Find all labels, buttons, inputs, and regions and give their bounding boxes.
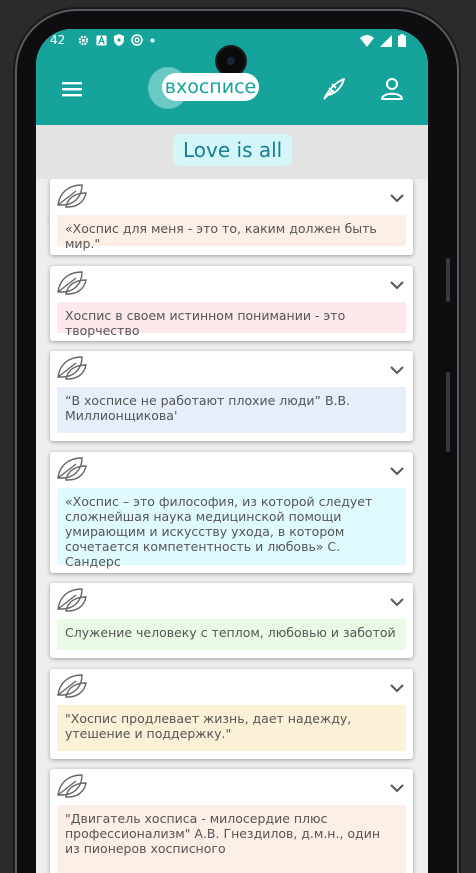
quote-text: «Хоспис для меня - это то, каким должен …	[57, 215, 406, 251]
leaf-icon	[57, 356, 87, 380]
profile-button[interactable]	[378, 75, 406, 103]
quote-card[interactable]: «Хоспис для меня - это то, каким должен …	[50, 179, 413, 255]
wifi-icon	[360, 34, 374, 47]
phone-side-button	[446, 258, 450, 302]
page-title: Love is all	[173, 134, 293, 166]
status-system-icons	[360, 34, 406, 47]
chevron-down-icon[interactable]	[389, 365, 405, 375]
quote-card[interactable]: “В хосписе не работают плохие люди” В.В.…	[50, 351, 413, 441]
status-time: 42	[50, 33, 66, 47]
leaf-icon	[57, 457, 87, 481]
chevron-down-icon[interactable]	[389, 783, 405, 793]
top-bar: 42 вхосписе	[36, 29, 428, 125]
quote-card[interactable]: "Двигатель хосписа - милосердие плюс про…	[50, 769, 413, 873]
chevron-down-icon[interactable]	[389, 280, 405, 290]
quote-text: "Двигатель хосписа - милосердие плюс про…	[57, 805, 406, 873]
chevron-down-icon[interactable]	[389, 466, 405, 476]
shield-icon	[114, 34, 124, 46]
dot-icon	[150, 38, 155, 42]
quote-card[interactable]: "Хоспис продлевает жизнь, дает надежду, …	[50, 669, 413, 759]
quote-card[interactable]: Хоспис в своем истинном понимании - это …	[50, 266, 413, 341]
logo-text: вхосписе	[162, 73, 259, 101]
leaf-icon	[57, 774, 87, 798]
battery-icon	[398, 34, 406, 47]
quote-text: «Хоспис – это философия, из которой след…	[57, 488, 406, 569]
chevron-down-icon[interactable]	[389, 683, 405, 693]
leaf-icon	[57, 271, 87, 295]
edit-button[interactable]	[320, 75, 348, 103]
at-sign-icon	[131, 34, 143, 46]
screen: 42 вхосписе Love is all «Хоспис для меня…	[36, 29, 428, 873]
user-icon	[381, 78, 403, 100]
chevron-down-icon[interactable]	[389, 193, 405, 203]
signal-icon	[380, 34, 392, 47]
page-header: Love is all	[36, 125, 428, 179]
app-logo[interactable]: вхосписе	[148, 67, 260, 109]
leaf-icon	[57, 588, 87, 612]
status-notification-icons	[78, 34, 155, 46]
app-bar: вхосписе	[36, 61, 428, 117]
quote-text: Хоспис в своем истинном понимании - это …	[57, 302, 406, 338]
quote-text: "Хоспис продлевает жизнь, дает надежду, …	[57, 705, 406, 751]
leaf-icon	[57, 674, 87, 698]
chevron-down-icon[interactable]	[389, 597, 405, 607]
quote-text: “В хосписе не работают плохие люди” В.В.…	[57, 387, 406, 433]
menu-button[interactable]	[60, 77, 84, 101]
quote-card[interactable]: «Хоспис – это философия, из которой след…	[50, 452, 413, 573]
phone-volume-button	[446, 372, 450, 452]
font-a-icon	[96, 34, 107, 46]
hamburger-menu-icon	[62, 82, 82, 97]
quote-text: Служение человеку с теплом, любовью и за…	[57, 619, 406, 650]
leaf-icon	[57, 184, 87, 208]
quotes-list[interactable]: «Хоспис для меня - это то, каким должен …	[36, 179, 428, 873]
quote-card[interactable]: Служение человеку с теплом, любовью и за…	[50, 583, 413, 658]
quill-pen-icon	[323, 78, 345, 100]
gear-icon	[78, 35, 89, 45]
